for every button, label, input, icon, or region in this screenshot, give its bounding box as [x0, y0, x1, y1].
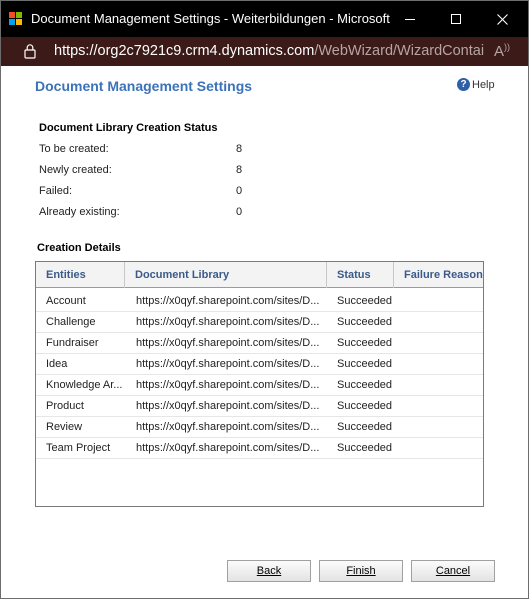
table-row[interactable]: Team Project https://x0qyf.sharepoint.co… — [36, 438, 483, 459]
creation-details-grid[interactable]: Entities Document Library Status Failure… — [35, 261, 484, 507]
cell-status: Succeeded — [337, 358, 393, 370]
cell-entity: Team Project — [46, 442, 111, 454]
title-bar[interactable]: Document Management Settings - Weiterbil… — [1, 1, 528, 37]
back-button[interactable]: Back — [227, 560, 311, 582]
cell-entity: Product — [46, 400, 84, 412]
column-header-document-library[interactable]: Document Library — [125, 262, 327, 288]
cell-library: https://x0qyf.sharepoint.com/sites/D... — [136, 337, 320, 349]
cancel-button[interactable]: Cancel — [411, 560, 495, 582]
cell-status: Succeeded — [337, 379, 393, 391]
cell-reason — [394, 438, 483, 459]
status-heading: Document Library Creation Status — [39, 122, 218, 134]
close-button[interactable] — [479, 1, 525, 37]
help-label: Help — [472, 78, 495, 91]
cell-status: Succeeded — [337, 421, 393, 433]
cell-library: https://x0qyf.sharepoint.com/sites/D... — [136, 421, 320, 433]
status-value: 8 — [236, 164, 243, 176]
help-icon: ? — [457, 78, 470, 91]
cell-reason — [394, 417, 483, 438]
cell-reason — [394, 291, 483, 312]
cell-reason — [394, 375, 483, 396]
finish-button[interactable]: Finish — [319, 560, 403, 582]
cell-status: Succeeded — [337, 316, 393, 328]
table-row[interactable]: Challenge https://x0qyf.sharepoint.com/s… — [36, 312, 483, 333]
cell-reason — [394, 312, 483, 333]
status-label: Failed: — [39, 185, 73, 197]
cell-library: https://x0qyf.sharepoint.com/sites/D... — [136, 442, 320, 454]
url-text[interactable]: https://org2c7921c9.crm4.dynamics.com/We… — [54, 43, 484, 59]
status-label: Newly created: — [39, 164, 112, 176]
maximize-button[interactable] — [433, 1, 479, 37]
cell-entity: Knowledge Ar... — [46, 379, 123, 391]
status-value: 0 — [236, 206, 243, 218]
window-title: Document Management Settings - Weiterbil… — [31, 11, 391, 26]
cell-entity: Idea — [46, 358, 68, 370]
microsoft-logo-icon — [9, 12, 23, 26]
column-header-status[interactable]: Status — [327, 262, 394, 288]
url-host: https://org2c7921c9.crm4.dynamics.com — [54, 43, 315, 59]
cell-status: Succeeded — [337, 295, 393, 307]
help-link[interactable]: ? Help — [457, 78, 495, 91]
table-row[interactable]: Idea https://x0qyf.sharepoint.com/sites/… — [36, 354, 483, 375]
browser-popup-window: Document Management Settings - Weiterbil… — [0, 0, 529, 599]
cell-entity: Account — [46, 295, 86, 307]
minimize-icon — [405, 18, 415, 20]
close-icon — [496, 13, 508, 25]
minimize-button[interactable] — [387, 1, 433, 37]
cell-library: https://x0qyf.sharepoint.com/sites/D... — [136, 295, 320, 307]
status-value: 0 — [236, 185, 243, 197]
cell-reason — [394, 396, 483, 417]
cell-reason — [394, 354, 483, 375]
status-label: Already existing: — [39, 206, 120, 218]
cell-entity: Fundraiser — [46, 337, 99, 349]
cell-reason — [394, 333, 483, 354]
cell-entity: Challenge — [46, 316, 96, 328]
maximize-icon — [451, 14, 461, 24]
cell-library: https://x0qyf.sharepoint.com/sites/D... — [136, 379, 320, 391]
cell-library: https://x0qyf.sharepoint.com/sites/D... — [136, 400, 320, 412]
details-heading: Creation Details — [37, 242, 121, 254]
status-value: 8 — [236, 143, 243, 155]
page-title: Document Management Settings — [35, 78, 253, 94]
cell-status: Succeeded — [337, 337, 393, 349]
column-header-entities[interactable]: Entities — [36, 262, 125, 288]
url-path: /WebWizard/WizardContai... — [314, 43, 484, 59]
cell-status: Succeeded — [337, 442, 393, 454]
status-label: To be created: — [39, 143, 109, 155]
address-bar[interactable]: https://org2c7921c9.crm4.dynamics.com/We… — [1, 37, 528, 66]
read-aloud-icon[interactable]: A)) — [494, 42, 510, 60]
table-row[interactable]: Review https://x0qyf.sharepoint.com/site… — [36, 417, 483, 438]
cell-status: Succeeded — [337, 400, 393, 412]
column-header-failure-reason[interactable]: Failure Reason — [394, 262, 483, 288]
cell-library: https://x0qyf.sharepoint.com/sites/D... — [136, 316, 320, 328]
table-row[interactable]: Fundraiser https://x0qyf.sharepoint.com/… — [36, 333, 483, 354]
grid-header: Entities Document Library Status Failure… — [36, 262, 483, 288]
table-row[interactable]: Knowledge Ar... https://x0qyf.sharepoint… — [36, 375, 483, 396]
cell-library: https://x0qyf.sharepoint.com/sites/D... — [136, 358, 320, 370]
wizard-content: Document Management Settings ? Help Docu… — [1, 66, 528, 598]
cell-entity: Review — [46, 421, 83, 433]
lock-icon[interactable] — [23, 43, 37, 59]
table-row[interactable]: Product https://x0qyf.sharepoint.com/sit… — [36, 396, 483, 417]
table-row[interactable]: Account https://x0qyf.sharepoint.com/sit… — [36, 291, 483, 312]
